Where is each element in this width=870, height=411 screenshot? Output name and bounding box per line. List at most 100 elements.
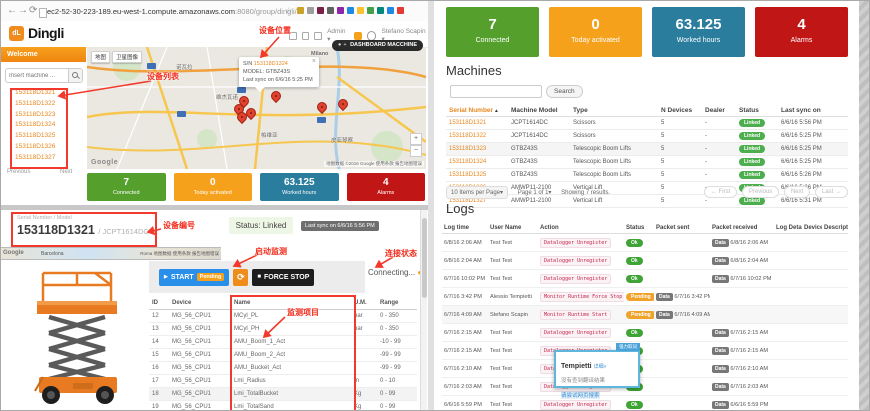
device-serial-link[interactable]: 153118D1324 xyxy=(1,120,86,131)
last-page-button[interactable]: Last → xyxy=(815,186,848,198)
monitor-item-row[interactable]: 17 MG_56_CPU1 Lmi_Radius m 0 - 10 xyxy=(149,375,417,388)
column-header[interactable]: Type xyxy=(570,105,658,117)
device-serial-link[interactable]: 153118D1326 xyxy=(1,142,86,153)
zoom-out-button[interactable]: − xyxy=(410,145,422,157)
extension-icon[interactable] xyxy=(387,7,394,14)
zoom-in-button[interactable]: + xyxy=(410,133,422,145)
column-header[interactable]: Status xyxy=(736,105,778,117)
log-row[interactable]: 6/7/16 3:42 PM Alessio Tempietti Monitor… xyxy=(442,288,848,306)
machines-search-input[interactable] xyxy=(450,85,542,98)
log-row[interactable]: 6/7/16 2:10 AM Test Test Datalogger Unre… xyxy=(442,360,848,378)
page-dropdown[interactable]: Page 1 of 1▾ xyxy=(518,190,552,196)
machine-serial-link[interactable]: 153118D1322 xyxy=(446,130,508,143)
machines-table-footer: 10 Items per Page▾ Page 1 of 1▾ Showing … xyxy=(446,186,848,201)
extension-icon[interactable] xyxy=(397,7,404,14)
nav-icon[interactable] xyxy=(302,32,310,40)
monitor-items-table: IDDeviceNameU.M.Range 12 MG_56_CPU1 MCyl… xyxy=(149,297,417,411)
device-map[interactable]: 地图 卫星图像 ●+ DASHBOARD MACCHINE × S/N 1531… xyxy=(87,47,426,169)
first-page-button[interactable]: ← First xyxy=(704,186,737,198)
log-row[interactable]: 6/7/16 2:03 AM Test Test Datalogger Unre… xyxy=(442,378,848,396)
refresh-button[interactable]: ⟳ xyxy=(233,269,248,286)
notification-badge[interactable] xyxy=(354,32,362,40)
browser-back-icon[interactable]: ← xyxy=(7,4,17,18)
browser-refresh-icon[interactable]: ⟳ xyxy=(29,4,37,18)
search-button[interactable]: Search xyxy=(546,85,583,98)
machine-serial-link[interactable]: 153118D1324 xyxy=(446,156,508,169)
close-icon[interactable]: × xyxy=(312,58,316,66)
log-row[interactable]: 6/7/16 2:15 AM Test Test Datalogger Unre… xyxy=(442,342,848,360)
mini-map-strip[interactable]: Google Barcelona Roma 地图数据 使用条款 报告地图错误 xyxy=(1,247,221,260)
force-stop-button[interactable]: ■ FORCE STOP xyxy=(252,269,314,286)
machine-serial-link[interactable]: 153118D1321 xyxy=(446,117,508,130)
previous-button[interactable]: Previous xyxy=(7,169,30,175)
monitor-item-row[interactable]: 16 MG_56_CPU1 AMU_Bucket_Act -99 - 99 xyxy=(149,362,417,375)
extension-icon[interactable] xyxy=(357,7,364,14)
machine-serial-link[interactable]: 153118D1325 xyxy=(446,169,508,182)
machine-row[interactable]: 153118D1323 GTBZ43S Telescopic Boom Lift… xyxy=(446,143,848,156)
monitor-item-row[interactable]: 12 MG_56_CPU1 MCyl_PL bar 0 - 350 xyxy=(149,310,417,323)
column-header[interactable]: N Devices xyxy=(658,105,702,117)
nav-icon[interactable] xyxy=(289,32,297,40)
extension-icon[interactable] xyxy=(317,7,324,14)
device-serial-link[interactable]: 153118D1322 xyxy=(1,99,86,110)
extension-icon[interactable] xyxy=(337,7,344,14)
device-serial-link[interactable]: 153118D1323 xyxy=(1,110,86,121)
desktop-background xyxy=(859,1,870,411)
device-serial-link[interactable]: 153118D1327 xyxy=(1,153,86,164)
extension-icon[interactable] xyxy=(347,7,354,14)
monitor-item-row[interactable]: 14 MG_56_CPU1 AMU_Boom_1_Act -10 - 99 xyxy=(149,336,417,349)
scrollbar-thumb[interactable] xyxy=(422,218,427,298)
address-bar[interactable]: ec2-52-30-223-189.eu-west-1.compute.amaz… xyxy=(47,7,297,16)
monitor-item-row[interactable]: 18 MG_56_CPU1 Lmi_TotalBucket Kg 0 - 99 xyxy=(149,388,417,401)
log-row[interactable]: 6/8/16 2:04 AM Test Test Datalogger Unre… xyxy=(442,252,848,270)
status-badge: Ok xyxy=(626,257,643,265)
details-link[interactable]: 详细» xyxy=(594,364,607,370)
nav-icon[interactable] xyxy=(314,32,322,40)
machine-search-input[interactable] xyxy=(6,69,68,82)
extension-icon[interactable] xyxy=(307,7,314,14)
stop-icon: ■ xyxy=(257,274,261,280)
next-page-button[interactable]: Next xyxy=(784,186,810,198)
column-header[interactable]: Serial Number xyxy=(446,105,508,117)
items-per-page-dropdown[interactable]: 10 Items per Page▾ xyxy=(446,186,508,199)
log-row[interactable]: 6/7/16 10:02 PM Test Test Datalogger Unr… xyxy=(442,270,848,288)
machine-row[interactable]: 153118D1324 GTBZ43S Telescopic Boom Lift… xyxy=(446,156,848,169)
log-row[interactable]: 6/8/16 2:06 AM Test Test Datalogger Unre… xyxy=(442,234,848,252)
dashboard-macchine-pill[interactable]: ●+ DASHBOARD MACCHINE xyxy=(332,40,423,51)
bookmark-star-icon[interactable]: ☆ xyxy=(285,6,292,15)
search-icon[interactable] xyxy=(68,69,82,82)
start-button[interactable]: ▶ START Pending xyxy=(159,269,229,286)
machine-row[interactable]: 153118D1321 JCPT1614DC Scissors 5 - Link… xyxy=(446,117,848,130)
monitor-control-bar: ▶ START Pending ⟳ ■ FORCE STOP xyxy=(149,261,365,293)
column-header[interactable]: Last sync on xyxy=(778,105,848,117)
log-row[interactable]: 6/7/16 4:09 AM Stefano Scapin Monitor Ru… xyxy=(442,306,848,324)
web-search-link[interactable]: 请尝试网页搜索 xyxy=(561,391,600,399)
device-serial-link[interactable]: 153118D1325 xyxy=(1,131,86,142)
next-button[interactable]: Next xyxy=(60,169,72,175)
device-serial-link[interactable]: 153118D1321 xyxy=(1,88,86,99)
machine-row[interactable]: 153118D1322 JCPT1614DC Scissors 5 - Link… xyxy=(446,130,848,143)
log-row[interactable]: 6/7/16 2:15 AM Test Test Datalogger Unre… xyxy=(442,324,848,342)
machine-serial-link[interactable]: 153118D1323 xyxy=(446,143,508,156)
column-header[interactable]: Dealer xyxy=(702,105,736,117)
monitor-item-row[interactable]: 15 MG_56_CPU1 AMU_Boom_2_Act -99 - 99 xyxy=(149,349,417,362)
info-serial[interactable]: 153118D1324 xyxy=(254,61,288,67)
data-badge: Data xyxy=(712,401,729,409)
browser-forward-icon[interactable]: → xyxy=(18,4,28,18)
stat-label: Alarms xyxy=(755,37,848,44)
previous-page-button[interactable]: Previous xyxy=(742,186,779,198)
monitor-item-row[interactable]: 13 MG_56_CPU1 MCyl_PH bar 0 - 350 xyxy=(149,323,417,336)
log-row[interactable]: 6/6/16 5:59 PM Test Test Datalogger Unre… xyxy=(442,396,848,411)
column-header[interactable]: Machine Model xyxy=(508,105,570,117)
scrollbar[interactable] xyxy=(420,210,427,411)
extension-icon[interactable] xyxy=(297,7,304,14)
satellite-button[interactable]: 卫星图像 xyxy=(112,51,142,63)
extension-icon[interactable] xyxy=(327,7,334,14)
extension-icon[interactable] xyxy=(377,7,384,14)
popup-tab[interactable]: 强力取词 xyxy=(616,343,640,351)
extension-icon[interactable] xyxy=(367,7,374,14)
monitor-item-row[interactable]: 19 MG_56_CPU1 Lmi_TotalSand Kg 0 - 99 xyxy=(149,401,417,411)
machine-row[interactable]: 153118D1325 GTBZ43S Telescopic Boom Lift… xyxy=(446,169,848,182)
column-header: Packet received xyxy=(710,223,774,234)
map-button[interactable]: 地图 xyxy=(91,51,110,63)
